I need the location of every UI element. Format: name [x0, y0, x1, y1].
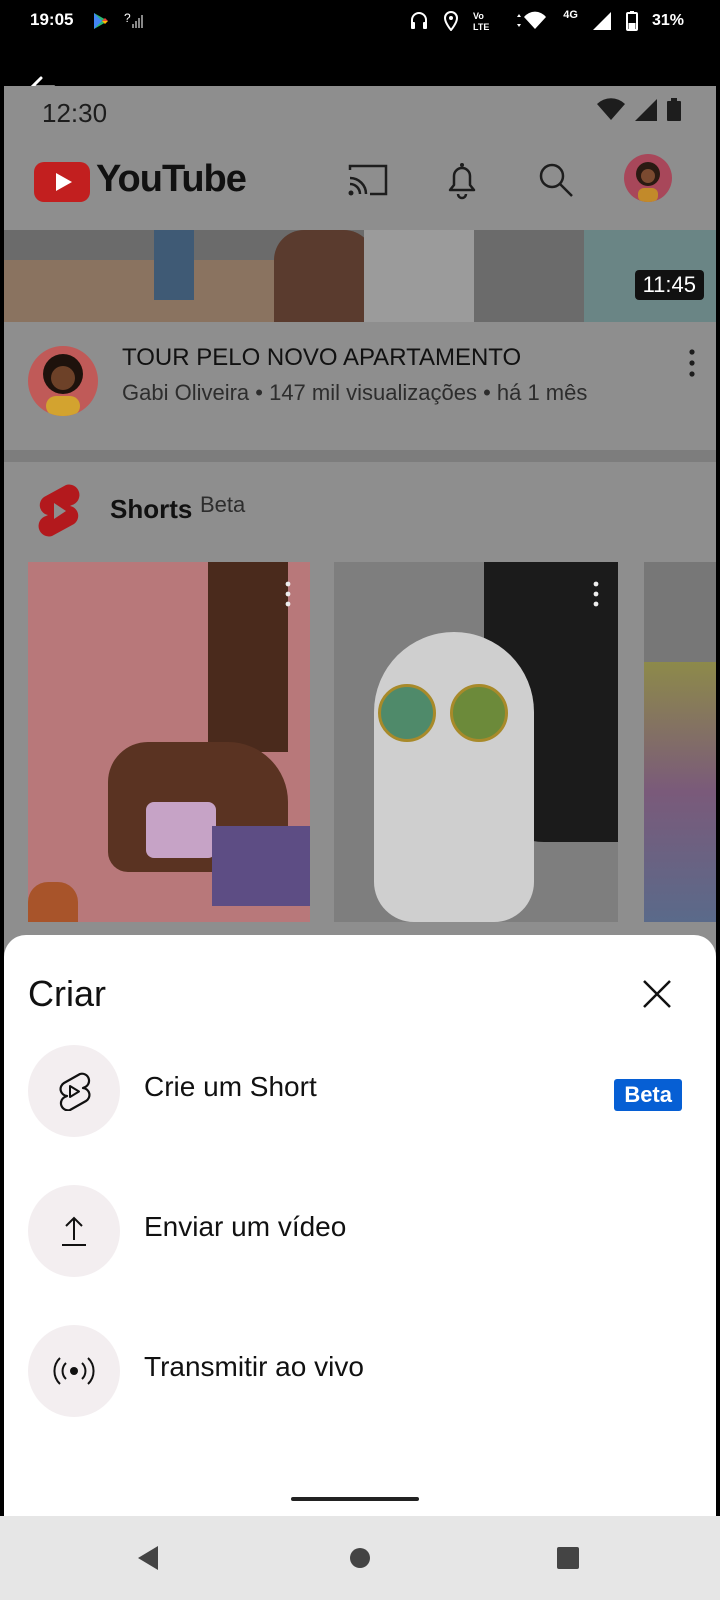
- short-toy-shape: [28, 882, 78, 922]
- thumbnail-chair: [154, 230, 194, 300]
- youtube-wordmark: YouTube: [96, 158, 247, 200]
- nav-recents-icon[interactable]: [550, 1540, 586, 1576]
- wifi-icon: [597, 98, 625, 120]
- cell-signal-icon: [635, 99, 657, 121]
- sheet-title: Criar: [28, 973, 106, 1014]
- video-info-row[interactable]: TOUR PELO NOVO APARTAMENTO Gabi Oliveira…: [4, 322, 716, 452]
- shorts-create-icon: [59, 1072, 91, 1111]
- system-navigation-bar: [0, 1516, 720, 1600]
- close-icon[interactable]: [640, 977, 674, 1011]
- avatar-person-icon: [636, 162, 660, 202]
- headphones-icon: [411, 12, 428, 29]
- short-card[interactable]: [644, 562, 716, 922]
- short-card[interactable]: [28, 562, 310, 922]
- wifi-icon: [517, 11, 547, 29]
- short-fabric-shape: [644, 662, 716, 922]
- video-thumbnail[interactable]: 11:45: [4, 230, 716, 322]
- volte-icon: VoLTE: [473, 11, 489, 32]
- short-glasses-right: [450, 684, 508, 742]
- short-rabbit-shape: [374, 632, 534, 922]
- no-signal-icon: ?: [124, 11, 143, 28]
- short-more-vert-icon[interactable]: [592, 580, 600, 608]
- shorts-beta-label: Beta: [200, 492, 246, 517]
- network-label: 4G: [563, 9, 578, 21]
- create-short-icon-circle: [28, 1045, 120, 1137]
- cell-signal-icon: [592, 12, 611, 30]
- short-shorts-shape: [146, 802, 216, 858]
- gesture-handle[interactable]: [291, 1497, 419, 1501]
- create-short-option[interactable]: Crie um Short Beta: [4, 1031, 716, 1151]
- video-title[interactable]: TOUR PELO NOVO APARTAMENTO: [122, 344, 521, 372]
- short-more-vert-icon[interactable]: [284, 580, 292, 608]
- shorts-section-title: Shorts: [110, 494, 193, 524]
- live-icon-circle: [28, 1325, 120, 1417]
- video-duration-badge: 11:45: [634, 270, 704, 300]
- nav-back-icon[interactable]: [132, 1540, 168, 1576]
- create-short-label: Crie um Short: [144, 1071, 317, 1102]
- short-arm-shape: [208, 562, 288, 752]
- short-card[interactable]: [334, 562, 618, 922]
- thumbnail-shelf: [364, 230, 474, 322]
- go-live-label: Transmitir ao vivo: [144, 1351, 364, 1382]
- cast-icon[interactable]: [346, 158, 390, 202]
- shorts-logo-icon: [38, 484, 80, 537]
- battery-percent: 31%: [651, 12, 684, 29]
- shorts-section-header: Shorts Beta: [4, 462, 716, 552]
- thumbnail-person: [274, 230, 374, 322]
- inner-status-icons: [596, 98, 682, 122]
- status-icons-group: Vo LTE 4G 31%: [409, 9, 684, 32]
- section-divider: [4, 450, 716, 462]
- system-time: 19:05: [30, 10, 74, 29]
- location-icon: [444, 11, 459, 31]
- upload-icon-circle: [28, 1185, 120, 1277]
- upload-icon: [62, 1216, 86, 1246]
- account-avatar[interactable]: [624, 154, 672, 202]
- notifications-bell-icon[interactable]: [440, 158, 484, 202]
- short-glasses-left: [378, 684, 436, 742]
- beta-badge: Beta: [614, 1079, 682, 1111]
- channel-avatar[interactable]: [28, 346, 98, 416]
- play-store-icon: [94, 13, 108, 29]
- upload-video-option[interactable]: Enviar um vídeo: [4, 1171, 716, 1291]
- video-metadata: Gabi Oliveira • 147 mil visualizações • …: [122, 380, 588, 405]
- short-box-shape: [212, 826, 310, 906]
- search-icon[interactable]: [534, 158, 578, 202]
- battery-icon: [667, 98, 681, 121]
- svg-text:?: ?: [124, 11, 131, 25]
- youtube-logo-icon[interactable]: [34, 162, 90, 202]
- nav-home-icon[interactable]: [342, 1540, 378, 1576]
- battery-icon: [625, 11, 638, 31]
- svg-text:LTE: LTE: [473, 22, 489, 32]
- inner-status-time: 12:30: [42, 98, 108, 128]
- go-live-option[interactable]: Transmitir ao vivo: [4, 1311, 716, 1431]
- svg-text:Vo: Vo: [473, 11, 484, 21]
- channel-avatar-person-icon: [43, 354, 83, 416]
- upload-video-label: Enviar um vídeo: [144, 1211, 347, 1242]
- system-status-bar: 19:05 ? Vo LTE 4G 31%: [0, 0, 720, 98]
- live-broadcast-icon: [53, 1357, 95, 1385]
- create-bottom-sheet: Criar Crie um Short Beta Enviar um vídeo: [4, 935, 716, 1516]
- more-vert-icon[interactable]: [688, 348, 696, 378]
